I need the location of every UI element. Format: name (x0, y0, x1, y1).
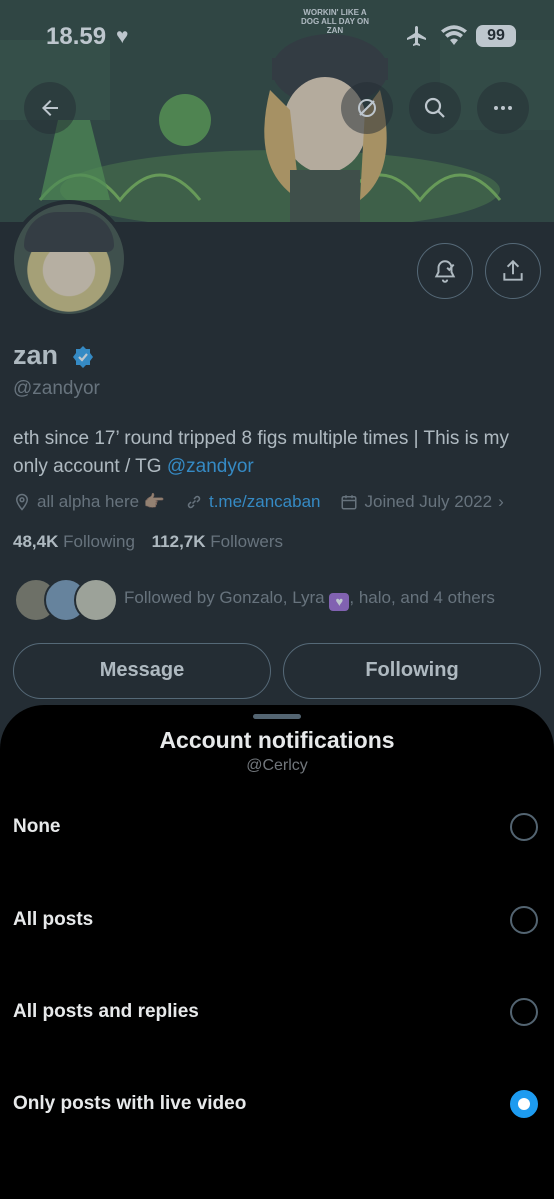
option-label: Only posts with live video (13, 1093, 247, 1114)
option-live-video[interactable]: Only posts with live video (0, 1069, 554, 1139)
sheet-title: Account notifications (159, 727, 395, 753)
option-all-posts[interactable]: All posts (0, 885, 554, 955)
option-all-posts-and-replies[interactable]: All posts and replies (0, 977, 554, 1047)
sheet-grabber[interactable] (253, 714, 301, 719)
option-label: All posts (13, 909, 94, 930)
sheet-subtitle: @Cerlcy (246, 757, 308, 774)
radio-button-selected[interactable] (510, 1090, 538, 1118)
radio-button[interactable] (510, 998, 538, 1026)
account-notifications-sheet: Account notifications @Cerlcy None All p… (0, 705, 554, 1199)
option-label: All posts and replies (13, 1001, 199, 1022)
option-label: None (13, 816, 61, 837)
radio-button[interactable] (510, 906, 538, 934)
radio-button[interactable] (510, 813, 538, 841)
option-none[interactable]: None (0, 792, 554, 862)
